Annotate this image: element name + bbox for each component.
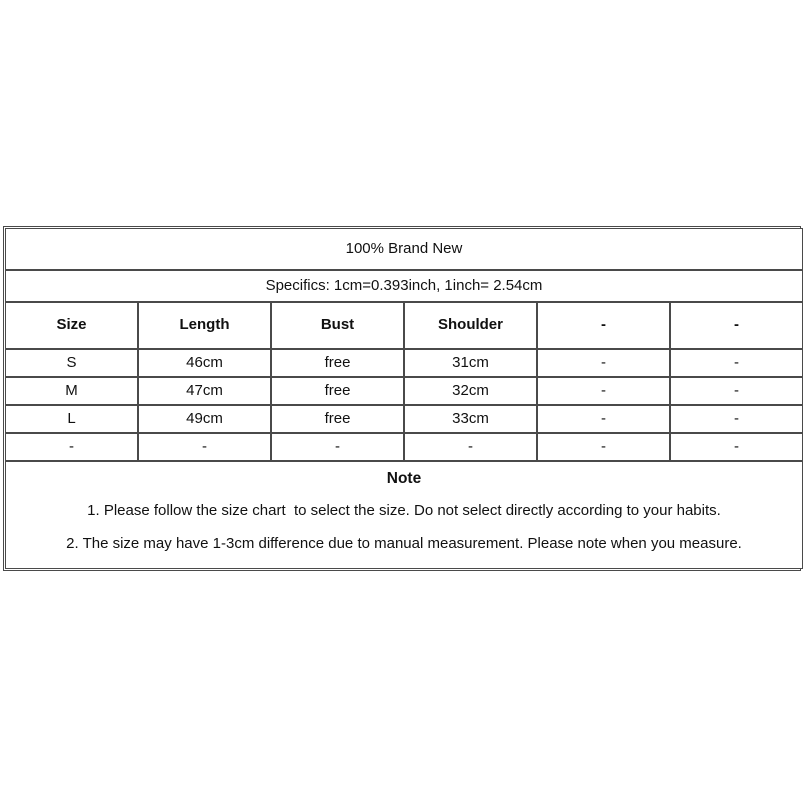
header-size: Size — [5, 302, 138, 349]
cell-extra-2: - — [670, 349, 803, 377]
note-cell: Note 1. Please follow the size chart to … — [5, 461, 803, 569]
note-heading: Note — [386, 470, 422, 487]
table-row-header: Size Length Bust Shoulder - - — [5, 302, 803, 349]
cell-shoulder: 31cm — [404, 349, 537, 377]
cell-size: L — [5, 405, 138, 433]
cell-extra-2: - — [670, 433, 803, 461]
cell-shoulder: 32cm — [404, 377, 537, 405]
cell-bust: free — [271, 377, 404, 405]
cell-extra-1: - — [537, 349, 670, 377]
header-extra-1: - — [537, 302, 670, 349]
cell-length: 46cm — [138, 349, 271, 377]
brand-new-cell: 100% Brand New — [5, 228, 803, 270]
cell-extra-1: - — [537, 433, 670, 461]
note-block: Note 1. Please follow the size chart to … — [6, 462, 802, 568]
table-row: M 47cm free 32cm - - — [5, 377, 803, 405]
cell-length: 49cm — [138, 405, 271, 433]
cell-size: - — [5, 433, 138, 461]
note-line-1: 1. Please follow the size chart to selec… — [87, 502, 721, 520]
cell-extra-1: - — [537, 377, 670, 405]
header-length: Length — [138, 302, 271, 349]
cell-size: S — [5, 349, 138, 377]
size-chart-table: 100% Brand New Specifics: 1cm=0.393inch,… — [5, 228, 803, 569]
table-row-specifics: Specifics: 1cm=0.393inch, 1inch= 2.54cm — [5, 270, 803, 302]
table-row-title: 100% Brand New — [5, 228, 803, 270]
table-row: - - - - - - — [5, 433, 803, 461]
cell-length: - — [138, 433, 271, 461]
note-line-2: 2. The size may have 1-3cm difference du… — [66, 535, 742, 553]
cell-extra-2: - — [670, 377, 803, 405]
cell-length: 47cm — [138, 377, 271, 405]
cell-shoulder: 33cm — [404, 405, 537, 433]
header-bust: Bust — [271, 302, 404, 349]
cell-size: M — [5, 377, 138, 405]
header-shoulder: Shoulder — [404, 302, 537, 349]
table-row-note: Note 1. Please follow the size chart to … — [5, 461, 803, 569]
cell-bust: free — [271, 349, 404, 377]
cell-bust: - — [271, 433, 404, 461]
size-chart-container: 100% Brand New Specifics: 1cm=0.393inch,… — [3, 226, 803, 571]
cell-extra-1: - — [537, 405, 670, 433]
cell-extra-2: - — [670, 405, 803, 433]
header-extra-2: - — [670, 302, 803, 349]
cell-bust: free — [271, 405, 404, 433]
specifics-cell: Specifics: 1cm=0.393inch, 1inch= 2.54cm — [5, 270, 803, 302]
cell-shoulder: - — [404, 433, 537, 461]
table-row: S 46cm free 31cm - - — [5, 349, 803, 377]
table-row: L 49cm free 33cm - - — [5, 405, 803, 433]
